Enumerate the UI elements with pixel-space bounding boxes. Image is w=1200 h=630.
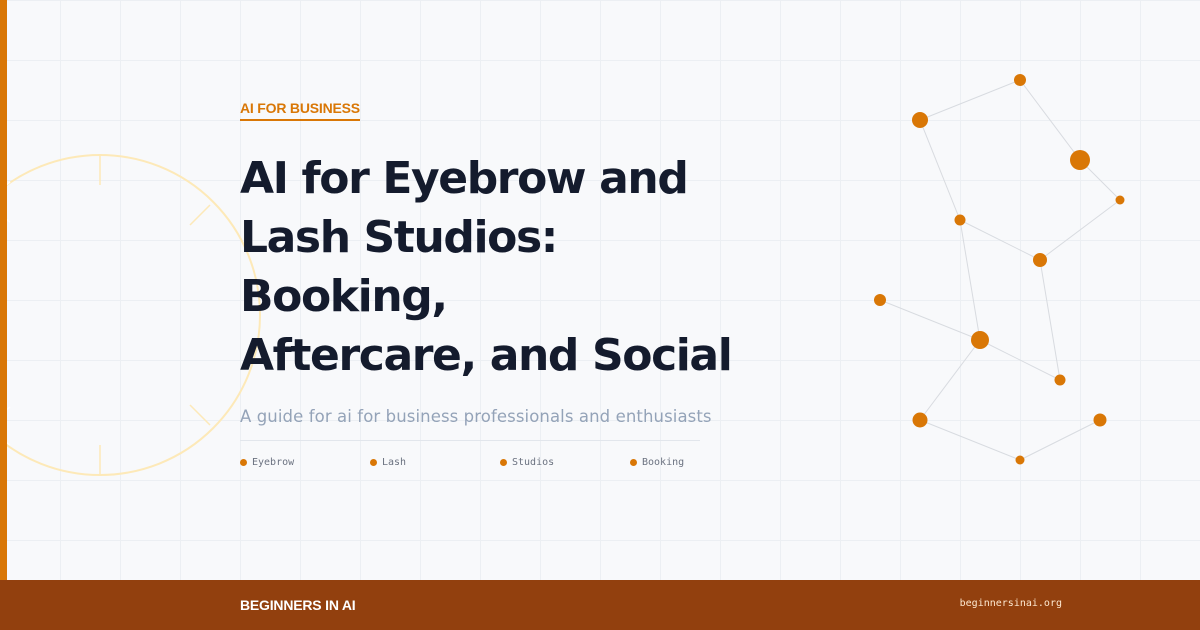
site-url-link[interactable]: beginnersinai.org [960,598,1062,609]
title-line: AI for Eyebrow and [240,153,689,204]
title-line: Aftercare, and Social [240,330,733,381]
tag-dot-icon [500,459,507,466]
tag-label: Eyebrow [252,457,295,468]
tag-label: Lash [382,457,407,468]
tag-item[interactable]: Booking [630,457,760,468]
hero-content: AI FOR BUSINESS AI for Eyebrow and Lash … [240,100,760,468]
tag-list: Eyebrow Lash Studios Booking [240,457,760,468]
left-accent-bar [0,0,7,580]
footer-bar: BEGINNERS IN AI beginnersinai.org [0,580,1200,630]
tag-item[interactable]: Eyebrow [240,457,370,468]
node-network-decoration [874,74,1125,465]
tag-dot-icon [370,459,377,466]
page-subtitle: A guide for ai for business professional… [240,407,712,426]
tag-dot-icon [240,459,247,466]
tag-label: Studios [512,457,555,468]
brand-name[interactable]: BEGINNERS IN AI [240,597,356,613]
page-title: AI for Eyebrow and Lash Studios: Booking… [240,149,760,385]
title-line: Lash Studios: Booking, [240,212,558,322]
divider [240,440,700,441]
tag-item[interactable]: Lash [370,457,500,468]
tag-label: Booking [642,457,685,468]
tag-dot-icon [630,459,637,466]
category-label[interactable]: AI FOR BUSINESS [240,100,360,121]
tag-item[interactable]: Studios [500,457,630,468]
